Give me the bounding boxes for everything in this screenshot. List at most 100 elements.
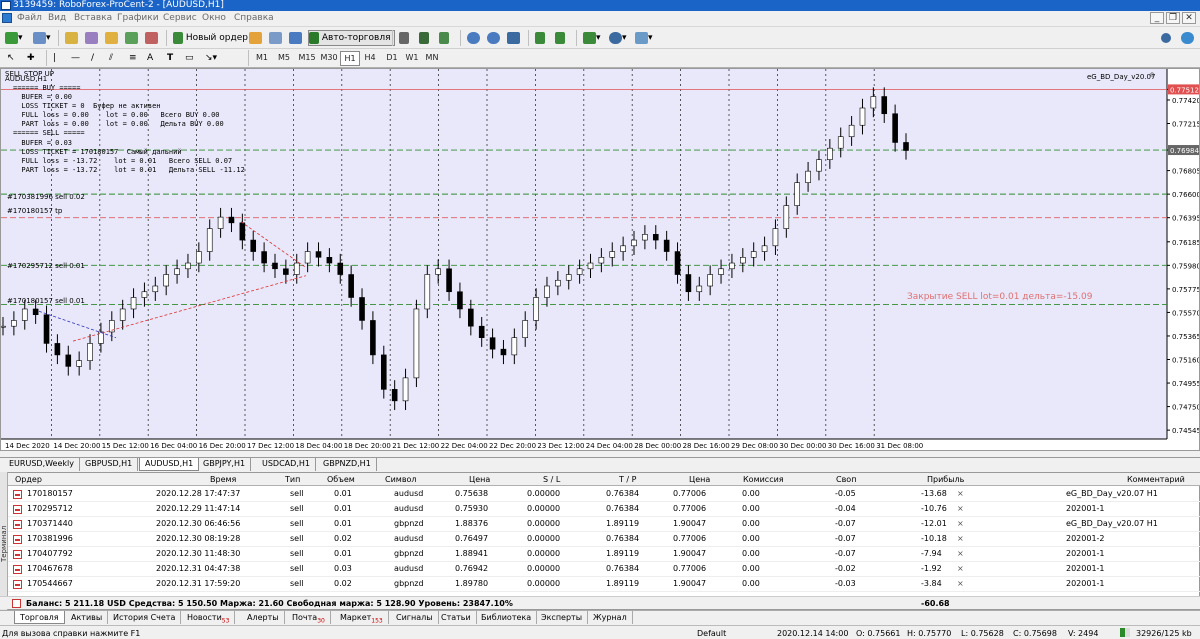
terminal-tab-1[interactable]: Активы (66, 611, 109, 624)
close-order-icon[interactable]: × (957, 517, 964, 530)
zoom-in-icon[interactable] (466, 30, 481, 46)
col-tp[interactable]: T / P (619, 473, 637, 486)
periods-icon[interactable]: ▾ (608, 30, 628, 46)
terminal-icon[interactable] (124, 30, 139, 46)
metaeditor-icon[interactable] (248, 30, 263, 46)
vertical-line-icon[interactable]: | (52, 50, 57, 66)
search-icon[interactable] (1160, 30, 1172, 46)
col-comment[interactable]: Комментарий (1127, 473, 1185, 486)
terminal-side-tab[interactable]: Терминал (0, 472, 8, 610)
zoom-out-icon[interactable] (486, 30, 501, 46)
table-row[interactable]: 170381996 2020.12.30 08:19:28 sell 0.02 audu… (1, 532, 1200, 547)
close-order-icon[interactable]: × (957, 502, 964, 515)
col-type[interactable]: Тип (285, 473, 300, 486)
col-sl[interactable]: S / L (543, 473, 560, 486)
terminal-tab-7[interactable]: Сигналы (391, 611, 439, 624)
menu-insert[interactable]: Вставка (74, 13, 112, 23)
auto-trading-button[interactable]: Авто-торговля (308, 30, 395, 46)
col-current-price[interactable]: Цена (689, 473, 710, 486)
fibonacci-icon[interactable]: ≡ (128, 50, 138, 66)
profiles-icon[interactable]: ▾ (32, 30, 52, 46)
chart-shift-icon[interactable] (554, 30, 566, 46)
terminal-tab-5[interactable]: Почта30 (287, 611, 331, 625)
channel-icon[interactable]: ⫽ (108, 50, 114, 66)
close-order-icon[interactable]: × (957, 562, 964, 575)
chart-tab-eurusd[interactable]: EURUSD,Weekly (4, 458, 80, 471)
chart-tab-audusd[interactable]: AUDUSD,H1 (139, 458, 200, 471)
indicators-icon[interactable]: ▾ (582, 30, 602, 46)
terminal-tab-0[interactable]: Торговля (14, 611, 65, 624)
col-commission[interactable]: Комиссия (743, 473, 784, 486)
chart-tab-gbpnzd[interactable]: GBPNZD,H1 (318, 458, 377, 471)
col-order[interactable]: Ордер (15, 473, 42, 486)
col-swap[interactable]: Своп (836, 473, 856, 486)
tester-icon[interactable] (144, 30, 159, 46)
timeframe-m1[interactable]: M1 (252, 51, 272, 66)
signals-icon[interactable] (288, 30, 303, 46)
arrows-icon[interactable]: ↘▾ (204, 50, 218, 66)
table-row[interactable]: 170407792 2020.12.30 11:48:30 sell 0.01 gbpn… (1, 547, 1200, 562)
cursor-icon[interactable]: ↖ (6, 50, 16, 66)
new-chart-icon[interactable]: ▾ (4, 30, 24, 46)
col-profit[interactable]: Прибыль (927, 473, 964, 486)
terminal-tab-9[interactable]: Библиотека (476, 611, 538, 624)
menu-tools[interactable]: Сервис (163, 13, 197, 23)
chart-window-icon[interactable] (2, 13, 12, 23)
timeframe-h1[interactable]: H1 (340, 51, 360, 66)
table-row[interactable]: 170544667 2020.12.31 17:59:20 sell 0.02 gbpn… (1, 577, 1200, 592)
minimize-button[interactable]: _ (1150, 12, 1164, 24)
col-time[interactable]: Время (210, 473, 236, 486)
menu-charts[interactable]: Графики (117, 13, 159, 23)
templates-icon[interactable]: ▾ (634, 30, 654, 46)
horizontal-line-icon[interactable]: — (70, 50, 81, 66)
crosshair-icon[interactable]: ✚ (26, 50, 36, 66)
table-row[interactable]: 170371440 2020.12.30 06:46:56 sell 0.01 gbpn… (1, 517, 1200, 532)
close-order-icon[interactable]: × (957, 532, 964, 545)
trendline-icon[interactable]: / (90, 50, 95, 66)
community-icon[interactable] (1180, 30, 1195, 46)
timeframe-mn[interactable]: MN (422, 51, 442, 66)
menu-help[interactable]: Справка (234, 13, 274, 23)
chart-tab-gbpjpy[interactable]: GBPJPY,H1 (198, 458, 252, 471)
menu-file[interactable]: Файл (17, 13, 42, 23)
options-icon[interactable] (268, 30, 283, 46)
text-tool-icon[interactable]: A (146, 50, 154, 66)
terminal-tab-10[interactable]: Эксперты (536, 611, 589, 624)
table-row[interactable]: 170180157 2020.12.28 17:47:37 sell 0.01 audu… (1, 487, 1200, 502)
line-chart-icon[interactable] (438, 30, 450, 46)
menu-view[interactable]: Вид (48, 13, 66, 23)
timeframe-w1[interactable]: W1 (402, 51, 422, 66)
close-order-icon[interactable]: × (957, 487, 964, 500)
chart-tab-usdcad[interactable]: USDCAD,H1 (257, 458, 316, 471)
terminal-tab-6[interactable]: Маркет153 (335, 611, 389, 625)
close-order-icon[interactable]: × (957, 547, 964, 560)
timeframe-d1[interactable]: D1 (382, 51, 402, 66)
close-button[interactable]: ✕ (1182, 12, 1196, 24)
restore-button[interactable]: ❐ (1166, 12, 1180, 24)
timeframe-m30[interactable]: M30 (318, 51, 340, 66)
new-order-button[interactable]: Новый ордер (172, 30, 252, 46)
timeframe-m5[interactable]: M5 (274, 51, 294, 66)
market-watch-icon[interactable] (64, 30, 79, 46)
terminal-tab-4[interactable]: Алерты (242, 611, 285, 624)
terminal-tab-3[interactable]: Новости53 (182, 611, 236, 625)
terminal-tab-2[interactable]: История Счета (108, 611, 182, 624)
shapes-icon[interactable]: ▭ (184, 50, 195, 66)
col-price[interactable]: Цена (469, 473, 490, 486)
chart-tab-gbpusd[interactable]: GBPUSD,H1 (80, 458, 139, 471)
table-row[interactable]: 170467678 2020.12.31 04:47:38 sell 0.03 audu… (1, 562, 1200, 577)
timeframe-h4[interactable]: H4 (360, 51, 380, 66)
data-window-icon[interactable] (84, 30, 99, 46)
terminal-tab-11[interactable]: Журнал (588, 611, 633, 624)
navigator-icon[interactable] (104, 30, 119, 46)
table-row[interactable]: 170295712 2020.12.29 11:47:14 sell 0.01 audu… (1, 502, 1200, 517)
close-order-icon[interactable]: × (957, 577, 964, 590)
price-chart[interactable]: 0.77512 0.77420 0.77215 0.76984 0.76805 0.766… (0, 68, 1200, 451)
col-volume[interactable]: Объем (327, 473, 355, 486)
autoscroll-icon[interactable] (534, 30, 546, 46)
bar-chart-icon[interactable] (398, 30, 410, 46)
tile-windows-icon[interactable] (506, 30, 521, 46)
col-symbol[interactable]: Символ (385, 473, 417, 486)
candlestick-icon[interactable] (418, 30, 430, 46)
menu-window[interactable]: Окно (202, 13, 226, 23)
